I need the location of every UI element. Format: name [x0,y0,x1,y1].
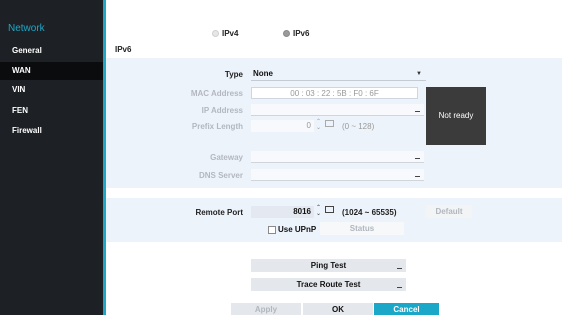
mac-label: MAC Address [190,89,243,98]
default-button[interactable]: Default [426,205,472,218]
dropdown-tick-icon [397,287,402,288]
cancel-button[interactable]: Cancel [374,303,439,315]
radio-ipv6-label: IPv6 [293,29,310,38]
keyboard-icon[interactable] [325,120,334,127]
sidebar-item-fen[interactable]: FEN [0,102,103,120]
prefix-stepper[interactable]: ⌃ ⌄ [316,119,321,131]
keyboard-icon[interactable] [325,206,334,213]
prefix-range-text: (0 ~ 128) [342,122,375,131]
section-label-ipv6: IPv6 [115,45,132,54]
dropdown-tick-icon [415,158,420,159]
remote-port-panel: Remote Port 8016 ⌃ ⌄ (1024 ~ 65535) Defau… [106,198,562,242]
dropdown-tick-icon [415,111,420,112]
use-upnp-label: Use UPnP [278,225,317,234]
status-button[interactable]: Status [320,222,404,235]
remote-port-input[interactable]: 8016 [251,206,314,218]
remote-port-label: Remote Port [195,208,243,217]
use-upnp-checkbox[interactable] [268,226,276,234]
trace-route-test-button[interactable]: Trace Route Test [251,278,406,291]
dropdown-tick-icon [397,268,402,269]
prefix-length-label: Prefix Length [191,122,243,131]
stepper-down-icon[interactable]: ⌄ [316,125,321,131]
radio-dot-selected-icon [283,30,290,38]
mac-address-field: 00 : 03 : 22 : 5B : F0 : 6F [251,87,418,99]
chevron-down-icon: ▼ [416,71,422,77]
remote-port-stepper[interactable]: ⌃ ⌄ [316,205,321,217]
sidebar-item-wan[interactable]: WAN [0,62,103,80]
radio-dot-icon [212,30,219,38]
type-select-value: None [253,69,273,78]
dns-server-label: DNS Server [198,171,243,180]
prefix-length-input[interactable]: 0 [251,120,314,132]
remote-port-range: (1024 ~ 65535) [342,208,397,217]
radio-ipv6[interactable]: IPv6 [283,29,309,38]
dns-server-input[interactable] [251,169,424,181]
ipv6-settings-panel: Type None ▼ MAC Address 00 : 03 : 22 : 5… [106,58,562,188]
radio-ipv4[interactable]: IPv4 [212,29,238,38]
sidebar-item-firewall[interactable]: Firewall [0,122,103,140]
sidebar-title: Network [8,23,45,34]
type-label: Type [224,70,243,79]
radio-ipv4-label: IPv4 [222,29,239,38]
ip-address-label: IP Address [201,106,243,115]
gateway-label: Gateway [210,153,243,162]
dropdown-tick-icon [415,176,420,177]
type-select[interactable]: None ▼ [251,68,426,81]
stepper-down-icon[interactable]: ⌄ [316,211,321,217]
ping-test-label: Ping Test [310,261,347,270]
sidebar-item-vin[interactable]: VIN [0,81,103,99]
status-box: Not ready [426,87,486,145]
sidebar-item-general[interactable]: General [0,42,103,60]
ip-address-input[interactable] [251,104,424,116]
ping-test-button[interactable]: Ping Test [251,259,406,272]
trace-route-test-label: Trace Route Test [296,280,361,289]
gateway-input[interactable] [251,151,424,163]
apply-button[interactable]: Apply [231,303,301,315]
main-content: IPv4 IPv6 IPv6 Type None ▼ MAC Address 0… [106,0,562,315]
sidebar: Network General WAN VIN FEN Firewall [0,0,106,315]
ok-button[interactable]: OK [303,303,373,315]
